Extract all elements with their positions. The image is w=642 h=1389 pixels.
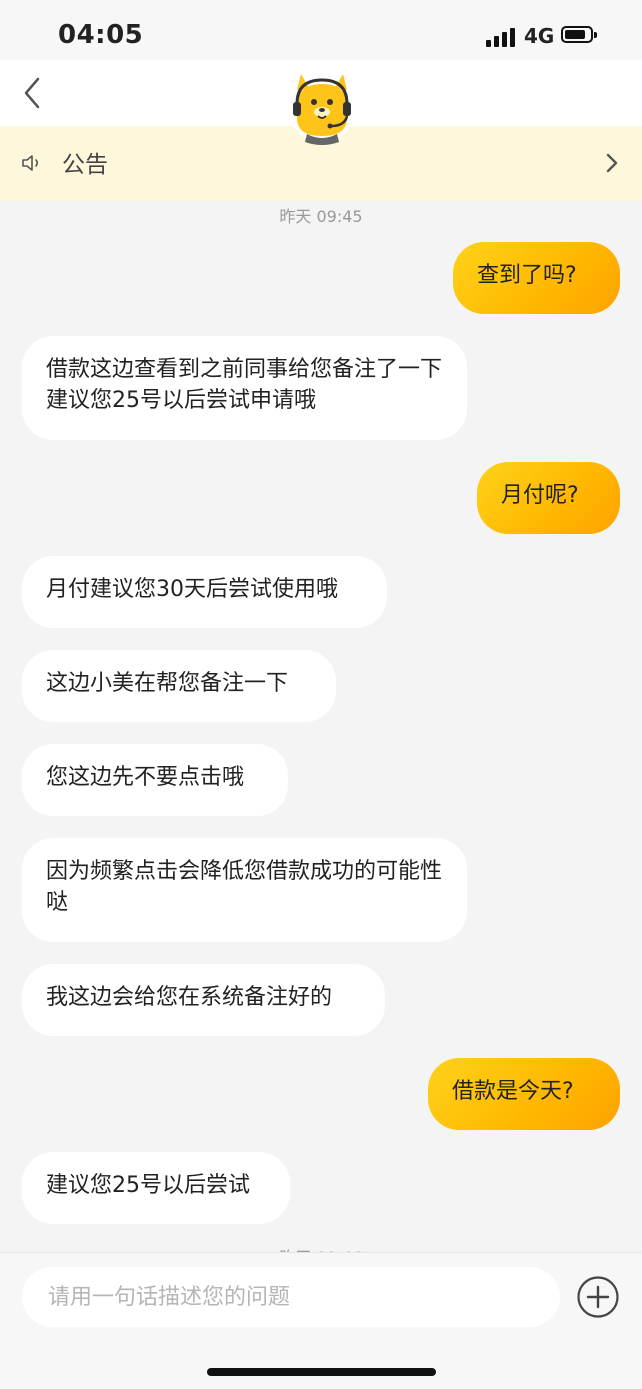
network-type: 4G (524, 24, 555, 48)
message-bubble-incoming[interactable]: 月付建议您30天后尝试使用哦 (22, 556, 387, 628)
message-bubble-incoming[interactable]: 借款这边查看到之前同事给您备注了一下建议您25号以后尝试申请哦 (22, 336, 467, 440)
message-bubble-outgoing[interactable]: 月付呢? (477, 462, 620, 534)
plus-circle-icon[interactable] (577, 1276, 619, 1318)
message-timestamp: 昨天 09:46 (0, 1244, 642, 1252)
status-bar: 04:05 4G (0, 0, 642, 60)
message-bubble-incoming[interactable]: 我这边会给您在系统备注好的 (22, 964, 385, 1036)
support-agent-avatar (288, 74, 356, 145)
status-time: 04:05 (58, 20, 144, 50)
battery-icon (561, 26, 597, 43)
chevron-right-icon (606, 153, 618, 173)
message-timestamp: 昨天 09:45 (279, 207, 363, 226)
message-bubble-outgoing[interactable]: 借款是今天? (428, 1058, 620, 1130)
signal-icon (486, 27, 518, 47)
message-bubble-incoming[interactable]: 这边小美在帮您备注一下 (22, 650, 336, 722)
message-bubble-outgoing[interactable]: 查到了吗? (453, 242, 620, 314)
message-bubble-incoming[interactable]: 建议您25号以后尝试 (22, 1152, 290, 1224)
speaker-icon (22, 155, 39, 171)
back-button[interactable] (18, 72, 58, 114)
message-input[interactable] (22, 1267, 560, 1327)
message-bubble-incoming[interactable]: 因为频繁点击会降低您借款成功的可能性哒 (22, 838, 467, 942)
home-indicator (207, 1368, 436, 1376)
announcement-label: 公告 (62, 152, 108, 178)
message-bubble-incoming[interactable]: 您这边先不要点击哦 (22, 744, 288, 816)
chat-area[interactable]: 昨天 09:45 查到了吗? 借款这边查看到之前同事给您备注了一下建议您25号以… (0, 201, 642, 1252)
chevron-left-icon (24, 77, 40, 109)
